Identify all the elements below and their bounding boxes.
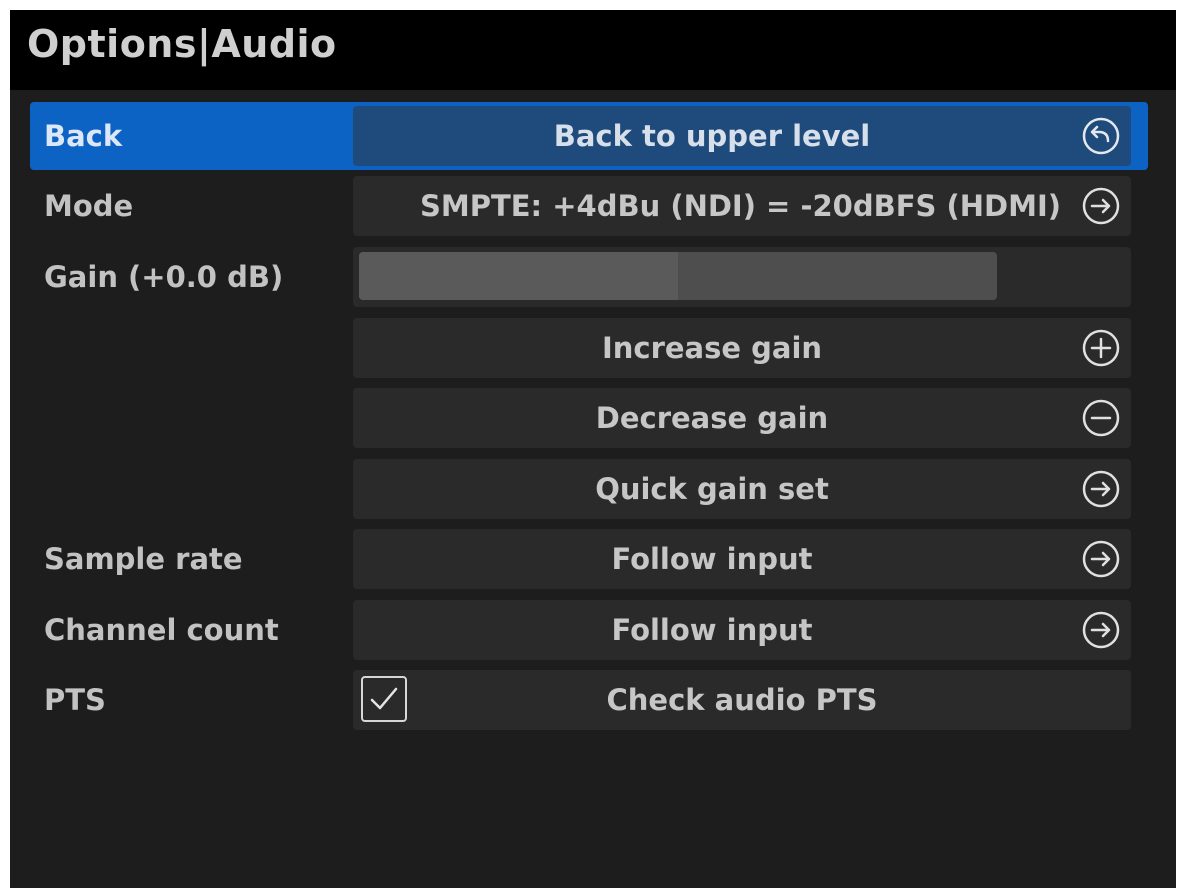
menu-row-channel-count[interactable]: Channel count Follow input [30, 596, 1148, 664]
audio-options-screen: Options|Audio Back Back to upper level M… [10, 10, 1176, 888]
title-bar: Options|Audio [10, 10, 1176, 90]
pts-label: PTS [44, 683, 106, 717]
check-audio-pts-checkbox[interactable] [361, 676, 407, 722]
gain-slider-track[interactable] [359, 252, 997, 300]
menu-row-decrease-gain[interactable]: Decrease gain [30, 384, 1148, 452]
page-title: Options|Audio [27, 22, 337, 66]
menu-row-pts[interactable]: PTS Check audio PTS [30, 666, 1148, 734]
sample-rate-label: Sample rate [44, 542, 243, 576]
check-audio-pts-toggle[interactable]: Check audio PTS [353, 670, 1131, 730]
plus-icon [1081, 328, 1121, 368]
mode-value: SMPTE: +4dBu (NDI) = -20dBFS (HDMI) [419, 189, 1061, 223]
return-icon [1081, 116, 1121, 156]
menu-row-back[interactable]: Back Back to upper level [30, 102, 1148, 170]
channel-count-label: Channel count [44, 613, 279, 647]
sample-rate-value: Follow input [611, 542, 813, 576]
minus-icon [1081, 398, 1121, 438]
decrease-gain-text: Decrease gain [595, 401, 829, 435]
menu-row-increase-gain[interactable]: Increase gain [30, 314, 1148, 382]
menu-row-gain[interactable]: Gain (+0.0 dB) [30, 243, 1148, 311]
back-to-upper-level-button[interactable]: Back to upper level [353, 106, 1131, 166]
channel-count-select-button[interactable]: Follow input [353, 600, 1131, 660]
gain-slider[interactable] [353, 247, 1131, 307]
mode-select-button[interactable]: SMPTE: +4dBu (NDI) = -20dBFS (HDMI) [353, 176, 1131, 236]
sample-rate-select-button[interactable]: Follow input [353, 529, 1131, 589]
back-label: Back [44, 119, 123, 153]
gain-slider-fill [359, 252, 678, 300]
quick-gain-set-text: Quick gain set [595, 472, 829, 506]
channel-count-value: Follow input [611, 613, 813, 647]
check-audio-pts-text: Check audio PTS [606, 683, 878, 717]
increase-gain-text: Increase gain [601, 331, 823, 365]
arrow-right-icon [1081, 539, 1121, 579]
arrow-right-icon [1081, 469, 1121, 509]
arrow-right-icon [1081, 610, 1121, 650]
menu-row-sample-rate[interactable]: Sample rate Follow input [30, 525, 1148, 593]
gain-label: Gain (+0.0 dB) [44, 260, 284, 294]
back-to-upper-level-text: Back to upper level [553, 119, 871, 153]
menu-row-mode[interactable]: Mode SMPTE: +4dBu (NDI) = -20dBFS (HDMI) [30, 172, 1148, 240]
quick-gain-set-button[interactable]: Quick gain set [353, 459, 1131, 519]
arrow-right-icon [1081, 186, 1121, 226]
mode-label: Mode [44, 189, 134, 223]
increase-gain-button[interactable]: Increase gain [353, 318, 1131, 378]
menu-row-quick-gain-set[interactable]: Quick gain set [30, 455, 1148, 523]
decrease-gain-button[interactable]: Decrease gain [353, 388, 1131, 448]
